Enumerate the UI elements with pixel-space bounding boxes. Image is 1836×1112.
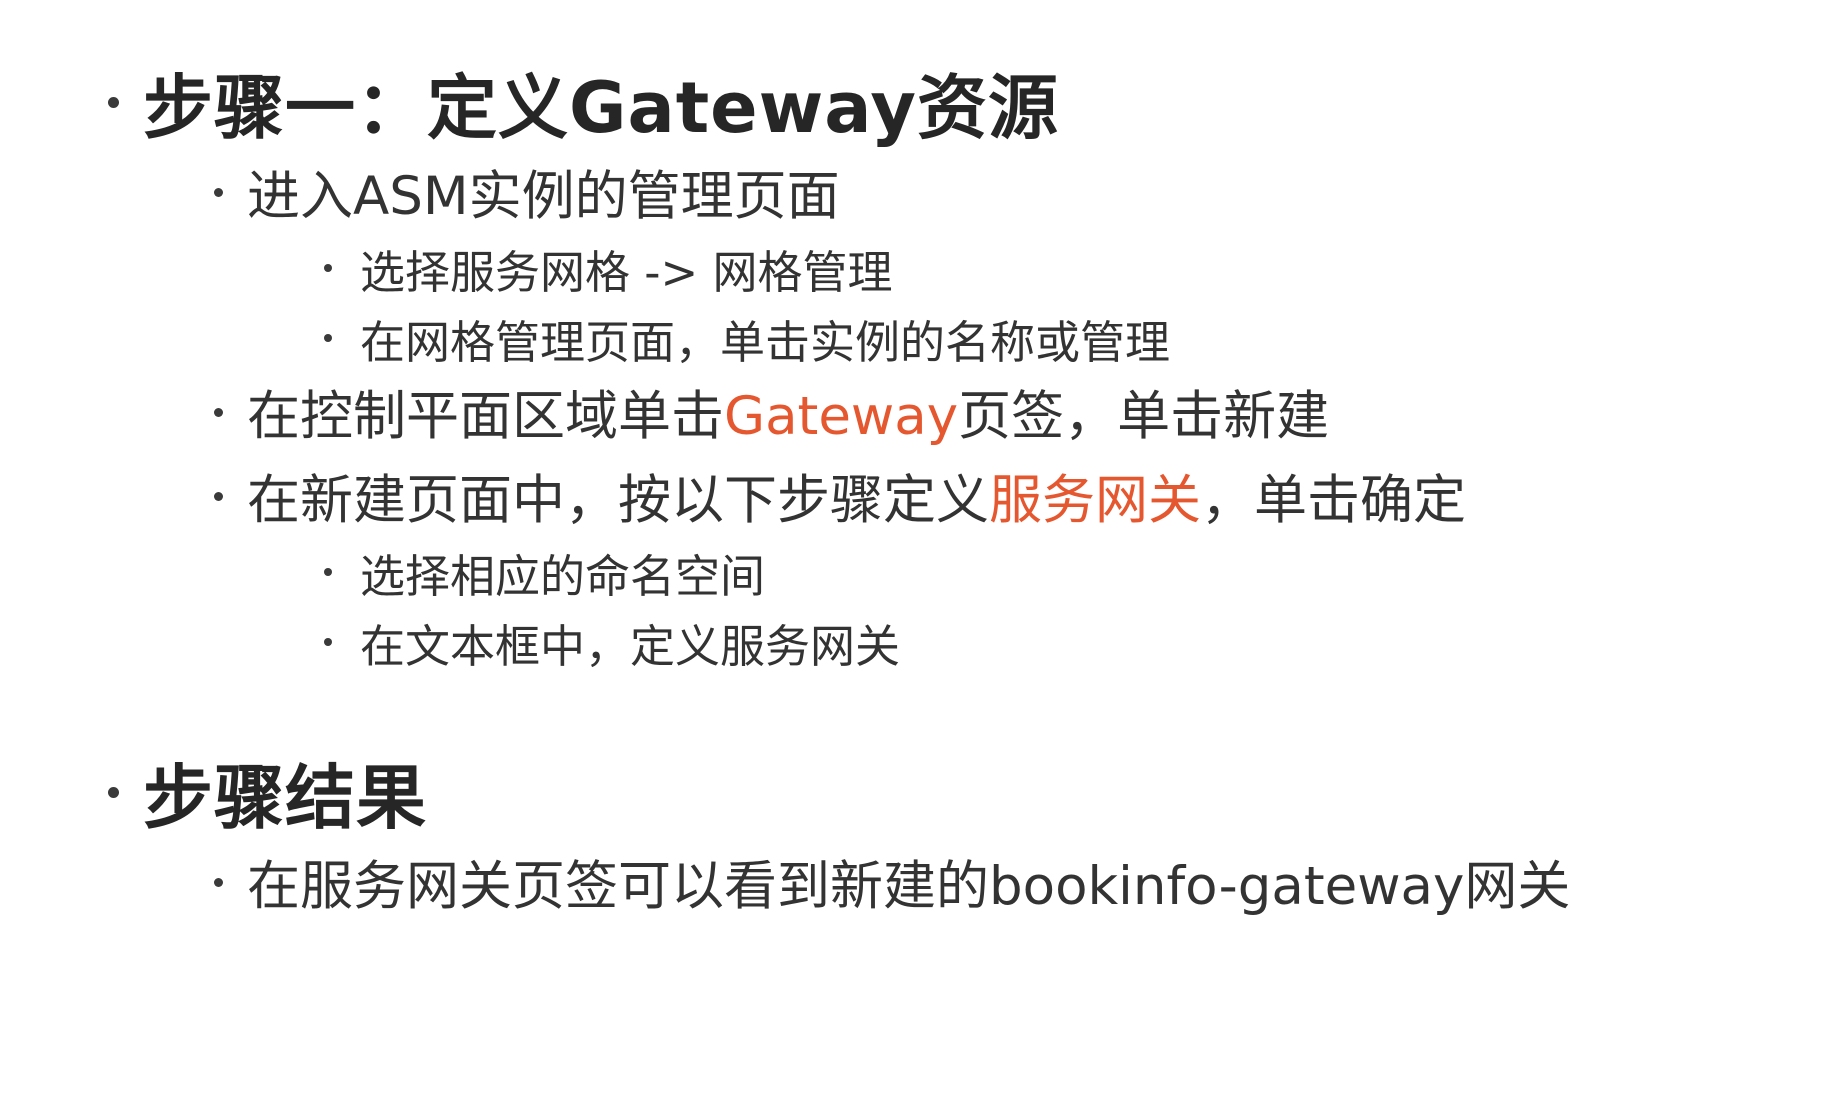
bullet-icon: [108, 786, 119, 798]
text-segment: 页签，单击新建: [958, 386, 1330, 447]
list-item-text: 在服务网关页签可以看到新建的bookinfo-gateway网关: [247, 856, 1571, 917]
sub-list-item-text: 在文本框中，定义服务网关: [360, 619, 901, 673]
text-segment: 在新建页面中，按以下步骤定义: [247, 470, 989, 531]
sub-list-item-text: 在网格管理页面，单击实例的名称或管理: [360, 315, 1171, 369]
bullet-icon: [324, 334, 332, 342]
sub-list-item-text: 选择服务网格 -> 网格管理: [360, 245, 893, 299]
bullet-icon: [108, 96, 119, 108]
sub-list-item: 选择服务网格 -> 网格管理: [324, 240, 893, 299]
highlight-text: 服务网关: [989, 470, 1201, 531]
bullet-icon: [324, 568, 332, 576]
bullet-icon: [214, 877, 223, 887]
sub-list-item-text: 选择相应的命名空间: [360, 549, 766, 603]
sub-list-item: 在文本框中，定义服务网关: [324, 614, 900, 673]
text-segment: 在控制平面区域单击: [247, 386, 724, 447]
section-heading-text: 步骤一：定义Gateway资源: [143, 66, 1060, 149]
slide: 步骤一：定义Gateway资源 进入ASM实例的管理页面 选择服务网格 -> 网…: [0, 0, 1836, 1112]
section-heading-1: 步骤一：定义Gateway资源: [108, 62, 1059, 149]
list-item-text: 进入ASM实例的管理页面: [247, 166, 840, 227]
bullet-icon: [324, 638, 332, 646]
highlight-text: Gateway: [724, 386, 959, 447]
section-heading-text: 步骤结果: [143, 756, 427, 839]
bullet-icon: [214, 407, 223, 417]
list-item: 在服务网关页签可以看到新建的bookinfo-gateway网关: [214, 850, 1570, 917]
list-item: 在新建页面中，按以下步骤定义服务网关，单击确定: [214, 464, 1466, 531]
list-item-text: 在控制平面区域单击Gateway页签，单击新建: [247, 374, 1329, 450]
list-item-text: 在新建页面中，按以下步骤定义服务网关，单击确定: [247, 458, 1466, 534]
text-segment: ，单击确定: [1201, 470, 1466, 531]
list-item: 进入ASM实例的管理页面: [214, 160, 840, 227]
bullet-icon: [214, 491, 223, 501]
sub-list-item: 在网格管理页面，单击实例的名称或管理: [324, 310, 1170, 369]
list-item: 在控制平面区域单击Gateway页签，单击新建: [214, 380, 1329, 447]
bullet-icon: [214, 187, 223, 197]
bullet-icon: [324, 264, 332, 272]
section-heading-2: 步骤结果: [108, 752, 427, 839]
sub-list-item: 选择相应的命名空间: [324, 544, 765, 603]
